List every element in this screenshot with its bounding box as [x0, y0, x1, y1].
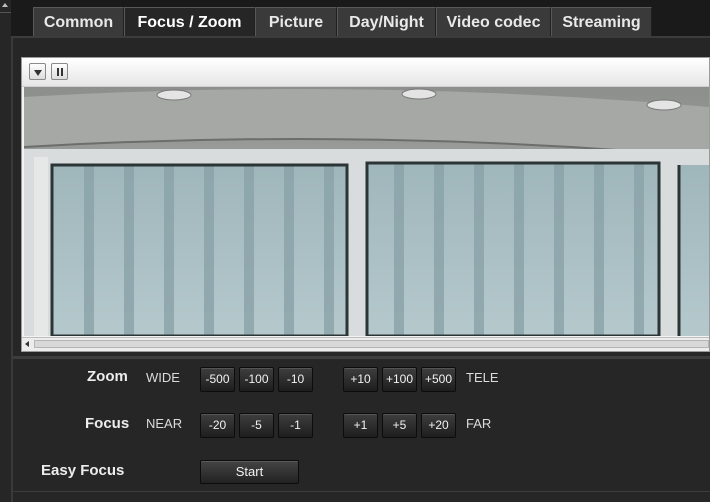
focus-plus-20-button[interactable]: +20 — [421, 413, 456, 438]
tele-label: TELE — [466, 370, 499, 385]
focus-plus-5-button[interactable]: +5 — [382, 413, 417, 438]
focus-minus-20-button[interactable]: -20 — [200, 413, 235, 438]
pause-button[interactable] — [51, 63, 68, 80]
divider — [13, 356, 710, 359]
zoom-minus-100-button[interactable]: -100 — [239, 367, 274, 392]
zoom-plus-500-button[interactable]: +500 — [421, 367, 456, 392]
zoom-minus-10-button[interactable]: -10 — [278, 367, 313, 392]
camera-video-feed[interactable] — [24, 87, 709, 336]
focus-minus-5-button[interactable]: -5 — [239, 413, 274, 438]
easy-focus-label: Easy Focus — [41, 462, 125, 479]
tab-streaming[interactable]: Streaming — [551, 7, 652, 36]
tab-focus-zoom[interactable]: Focus / Zoom — [124, 7, 255, 36]
tab-common[interactable]: Common — [33, 7, 124, 36]
far-label: FAR — [466, 416, 492, 431]
focus-label: Focus — [85, 415, 130, 432]
viewer-toolbar — [22, 58, 709, 87]
scrollbar-thumb[interactable] — [34, 340, 709, 348]
focus-plus-1-button[interactable]: +1 — [343, 413, 378, 438]
dropdown-button[interactable] — [29, 63, 46, 80]
easy-focus-start-button[interactable]: Start — [200, 460, 299, 484]
zoom-label: Zoom — [87, 368, 128, 385]
near-label: NEAR — [146, 416, 183, 431]
zoom-plus-100-button[interactable]: +100 — [382, 367, 417, 392]
tab-video-codec[interactable]: Video codec — [436, 7, 551, 36]
zoom-plus-10-button[interactable]: +10 — [343, 367, 378, 392]
tab-picture[interactable]: Picture — [255, 7, 337, 36]
tab-bar: Common Focus / Zoom Picture Day/Night Vi… — [11, 0, 710, 38]
camera-scene-image — [24, 87, 709, 336]
pause-icon — [57, 68, 59, 76]
dropdown-icon — [34, 70, 42, 76]
horizontal-scrollbar[interactable] — [22, 337, 709, 351]
scroll-left-icon[interactable] — [25, 341, 29, 347]
focus-minus-1-button[interactable]: -1 — [278, 413, 313, 438]
bottom-divider — [13, 491, 710, 492]
wide-label: WIDE — [146, 370, 180, 385]
tab-day-night[interactable]: Day/Night — [337, 7, 436, 36]
video-viewer — [21, 57, 710, 352]
scroll-up-icon[interactable] — [2, 3, 8, 7]
zoom-minus-500-button[interactable]: -500 — [200, 367, 235, 392]
scroll-divider — [0, 12, 11, 13]
